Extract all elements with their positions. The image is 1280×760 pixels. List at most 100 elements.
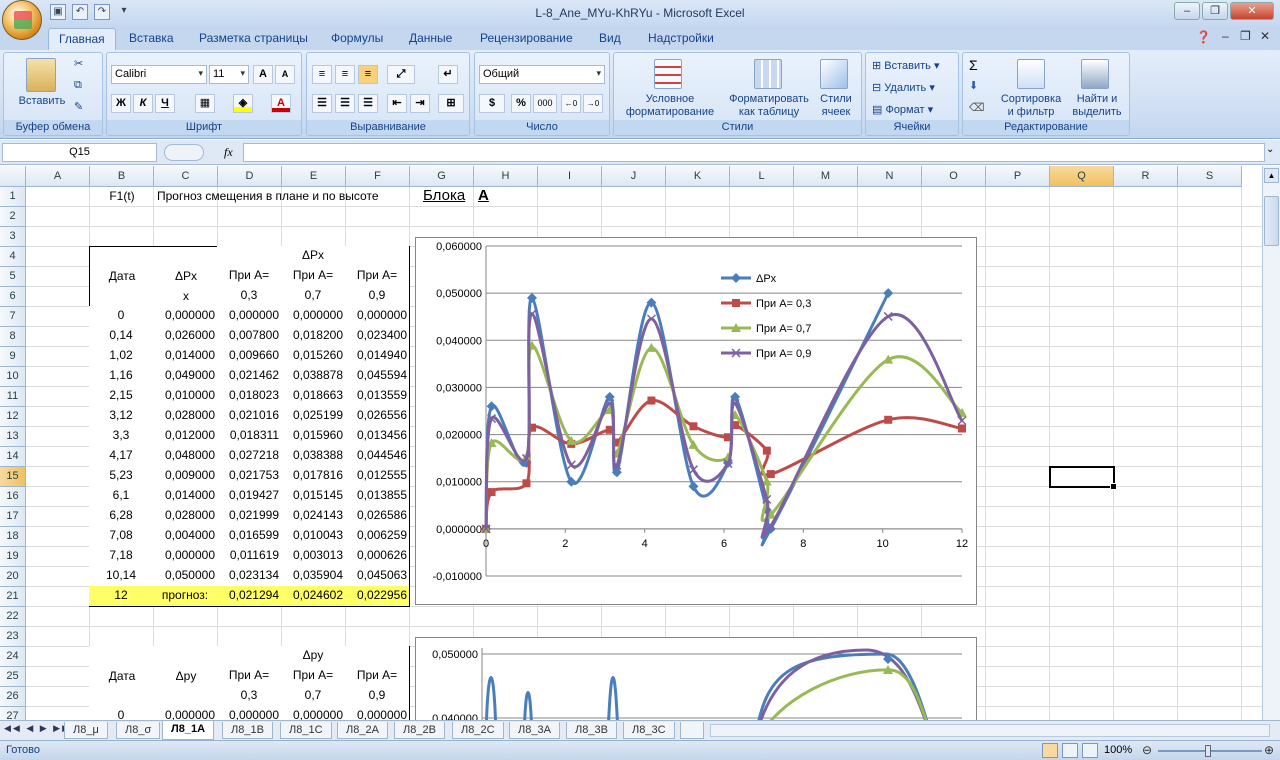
sheet-tab-5[interactable]: Л8_2А bbox=[337, 722, 388, 739]
row-header-27[interactable]: 27 bbox=[0, 707, 26, 720]
autosum-button[interactable]: Σ bbox=[969, 57, 978, 73]
formula-input[interactable] bbox=[243, 143, 1265, 162]
table1-cell-r12-c3[interactable]: 0,025199 bbox=[281, 406, 346, 427]
column-header-A[interactable]: A bbox=[26, 166, 90, 187]
table1-cell-r12-c0[interactable]: 3,12 bbox=[89, 406, 154, 427]
table1-cell-r18-c4[interactable]: 0,006259 bbox=[345, 526, 410, 547]
row-header-4[interactable]: 4 bbox=[0, 247, 26, 267]
format-painter-icon[interactable]: ✎ bbox=[74, 100, 83, 113]
table1-cell-r7-c1[interactable]: 0,000000 bbox=[153, 306, 218, 327]
table2-cell-r27-c1[interactable]: 0,000000 bbox=[153, 706, 218, 720]
copy-icon[interactable]: ⧉ bbox=[74, 79, 82, 92]
help-icon[interactable]: ❓ bbox=[1196, 30, 1211, 44]
column-header-L[interactable]: L bbox=[730, 166, 794, 187]
column-header-E[interactable]: E bbox=[282, 166, 346, 187]
underline-button[interactable]: Ч bbox=[155, 94, 175, 113]
find-select-icon[interactable] bbox=[1081, 59, 1109, 89]
row-header-1[interactable]: 1 bbox=[0, 187, 26, 207]
table1-a-label-0[interactable]: При А= bbox=[217, 266, 282, 287]
cell-styles-icon[interactable] bbox=[820, 59, 848, 89]
worksheet-grid[interactable]: A B C D E F G H I J K L M N O P Q R S 1 2 3 4 5 6 7 8 9 10 11 12 13 14 15… bbox=[0, 166, 1262, 720]
table1-cell-r14-c4[interactable]: 0,044546 bbox=[345, 446, 410, 467]
column-header-H[interactable]: H bbox=[474, 166, 538, 187]
chart-dpx[interactable]: -0,010000 0,000000 0,010000 0,020000 0,03000… bbox=[415, 237, 977, 605]
row-header-19[interactable]: 19 bbox=[0, 547, 26, 567]
cell-g1[interactable]: Блока bbox=[423, 186, 465, 206]
table1-cell-r16-c0[interactable]: 6,1 bbox=[89, 486, 154, 507]
table1-cell-r13-c0[interactable]: 3,3 bbox=[89, 426, 154, 447]
table1-cell-r8-c2[interactable]: 0,007800 bbox=[217, 326, 282, 347]
row-header-12[interactable]: 12 bbox=[0, 407, 26, 427]
tab-formulas[interactable]: Формулы bbox=[331, 31, 383, 45]
table1-cell-r17-c4[interactable]: 0,026586 bbox=[345, 506, 410, 527]
table1-cell-r20-c0[interactable]: 10,14 bbox=[89, 566, 154, 587]
tab-view[interactable]: Вид bbox=[599, 31, 621, 45]
sheet-tab-10[interactable]: Л8_3С bbox=[623, 722, 675, 739]
office-button[interactable] bbox=[2, 0, 42, 40]
sort-filter-label1[interactable]: Сортировка bbox=[993, 93, 1069, 105]
zoom-in-icon[interactable]: ⊕ bbox=[1264, 743, 1274, 757]
table1-cell-r14-c2[interactable]: 0,027218 bbox=[217, 446, 282, 467]
table1-cell-r13-c1[interactable]: 0,012000 bbox=[153, 426, 218, 447]
table1-cell-r13-c3[interactable]: 0,015960 bbox=[281, 426, 346, 447]
increase-decimal-icon[interactable]: ←0 bbox=[561, 94, 581, 113]
row-header-2[interactable]: 2 bbox=[0, 207, 26, 227]
row-header-24[interactable]: 24 bbox=[0, 647, 26, 667]
sheet-tab-4[interactable]: Л8_1С bbox=[280, 722, 332, 739]
font-size-combo[interactable]: 11 bbox=[209, 65, 249, 84]
cell-c1[interactable]: Прогноз смещения в плане и по высоте bbox=[157, 187, 379, 207]
paste-button[interactable]: Вставить bbox=[16, 95, 68, 107]
table1-cell-r17-c3[interactable]: 0,024143 bbox=[281, 506, 346, 527]
table1-a-val-0[interactable]: 0,3 bbox=[217, 286, 282, 307]
table1-cell-r14-c3[interactable]: 0,038388 bbox=[281, 446, 346, 467]
number-format-combo[interactable]: Общий bbox=[479, 65, 605, 84]
table1-cell-r11-c1[interactable]: 0,010000 bbox=[153, 386, 218, 407]
table1-cell-r12-c4[interactable]: 0,026556 bbox=[345, 406, 410, 427]
cell-b1[interactable]: F1(t) bbox=[90, 187, 154, 207]
chart-dpy[interactable]: 0,050000 0,040000 bbox=[415, 637, 977, 720]
selected-cell-q15[interactable] bbox=[1049, 466, 1117, 490]
ribbon-minimize-icon[interactable]: – bbox=[1222, 29, 1229, 43]
close-icon[interactable]: ✕ bbox=[1230, 2, 1274, 20]
table1-cell-r9-c4[interactable]: 0,014940 bbox=[345, 346, 410, 367]
row-header-25[interactable]: 25 bbox=[0, 667, 26, 687]
row-header-13[interactable]: 13 bbox=[0, 427, 26, 447]
font-name-combo[interactable]: Calibri bbox=[111, 65, 207, 84]
table1-cell-r16-c2[interactable]: 0,019427 bbox=[217, 486, 282, 507]
align-top-icon[interactable]: ≡ bbox=[312, 65, 332, 84]
ribbon-close-icon[interactable]: ✕ bbox=[1260, 29, 1270, 43]
conditional-format-label1[interactable]: Условное bbox=[618, 93, 722, 105]
table1-a-val-2[interactable]: 0,9 bbox=[345, 286, 410, 307]
table2-cell-r27-c0[interactable]: 0 bbox=[89, 706, 154, 720]
sheet-tab-1[interactable]: Л8_σ bbox=[116, 722, 161, 739]
row-header-11[interactable]: 11 bbox=[0, 387, 26, 407]
row-header-9[interactable]: 9 bbox=[0, 347, 26, 367]
table1-cell-r7-c0[interactable]: 0 bbox=[89, 306, 154, 327]
table1-cell-r9-c3[interactable]: 0,015260 bbox=[281, 346, 346, 367]
increase-indent-icon[interactable]: ⇥ bbox=[410, 94, 430, 113]
column-header-R[interactable]: R bbox=[1114, 166, 1178, 187]
table1-cell-r17-c2[interactable]: 0,021999 bbox=[217, 506, 282, 527]
table2-a-label-2[interactable]: При А= bbox=[345, 666, 410, 687]
table1-cell-r7-c4[interactable]: 0,000000 bbox=[345, 306, 410, 327]
table2-a-label-1[interactable]: При А= bbox=[281, 666, 346, 687]
table1-forecast-c3[interactable]: 0,024602 bbox=[281, 586, 346, 607]
minimize-icon[interactable]: – bbox=[1174, 2, 1200, 20]
table1-group-header[interactable]: ΔPx bbox=[217, 246, 410, 267]
percent-button[interactable]: % bbox=[511, 94, 531, 113]
table2-group-header[interactable]: Δpy bbox=[217, 646, 410, 667]
column-header-K[interactable]: K bbox=[666, 166, 730, 187]
table1-cell-r12-c1[interactable]: 0,028000 bbox=[153, 406, 218, 427]
table1-cell-r15-c1[interactable]: 0,009000 bbox=[153, 466, 218, 487]
sheet-tab-7[interactable]: Л8_2С bbox=[452, 722, 504, 739]
column-header-I[interactable]: I bbox=[538, 166, 602, 187]
table1-forecast-c0[interactable]: 12 bbox=[89, 586, 154, 607]
table1-cell-r11-c2[interactable]: 0,018023 bbox=[217, 386, 282, 407]
column-header-Q[interactable]: Q bbox=[1050, 166, 1114, 187]
zoom-slider-thumb[interactable] bbox=[1205, 745, 1211, 757]
table1-cell-r10-c0[interactable]: 1,16 bbox=[89, 366, 154, 387]
row-header-20[interactable]: 20 bbox=[0, 567, 26, 587]
table1-cell-r11-c4[interactable]: 0,013559 bbox=[345, 386, 410, 407]
table1-cell-r8-c3[interactable]: 0,018200 bbox=[281, 326, 346, 347]
column-header-F[interactable]: F bbox=[346, 166, 410, 187]
